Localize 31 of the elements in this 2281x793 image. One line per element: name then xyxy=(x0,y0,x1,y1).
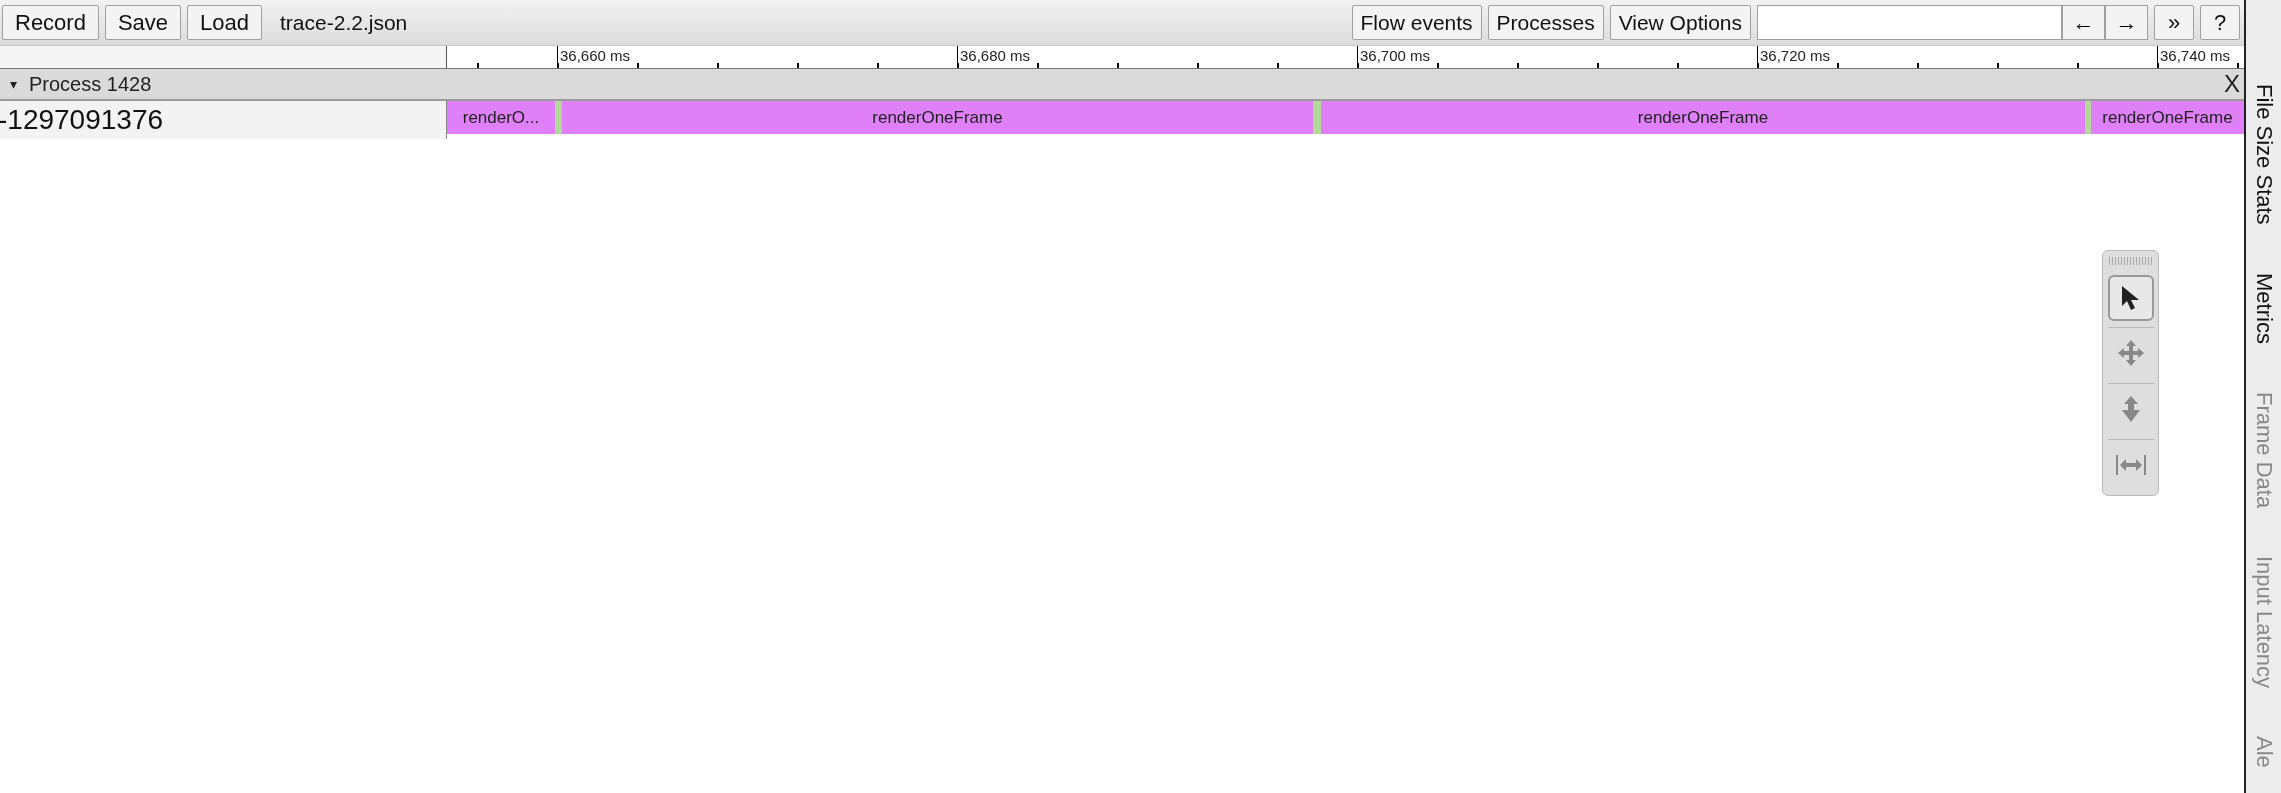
tick-label: 36,740 ms xyxy=(2160,47,2231,64)
tick-label: 36,700 ms xyxy=(1360,47,1431,64)
file-name: trace-2.2.json xyxy=(280,10,408,35)
trace-slice[interactable]: renderOneFrame xyxy=(562,101,1313,134)
thread-name: -1297091376 xyxy=(0,104,164,136)
trace-slice[interactable]: renderO... xyxy=(447,101,555,134)
horizontal-range-icon xyxy=(2114,453,2147,476)
select-tool-button[interactable] xyxy=(2107,275,2154,321)
tick-label: 36,680 ms xyxy=(960,47,1031,64)
help-button[interactable]: ? xyxy=(2200,5,2240,40)
expand-toggle[interactable]: ▾ xyxy=(10,76,17,92)
toolbar-button[interactable]: Save xyxy=(104,5,182,40)
search-field[interactable] xyxy=(1757,5,2062,40)
toolbar-button[interactable]: Flow events xyxy=(1351,5,1482,40)
tick-label: 36,720 ms xyxy=(1760,47,1831,64)
side-tab[interactable]: Metrics xyxy=(2250,272,2277,344)
toolbar-button[interactable]: View Options xyxy=(1609,5,1751,40)
nav-button[interactable]: ← xyxy=(2062,5,2105,40)
process-title: Process 1428 xyxy=(29,72,152,96)
trace-slice[interactable]: renderOneFrame xyxy=(2091,101,2244,134)
tick-label: 36,660 ms xyxy=(560,47,631,64)
move-icon xyxy=(2116,338,2145,367)
vertical-arrows-icon xyxy=(2120,394,2141,423)
toolbar-button[interactable]: Load xyxy=(187,5,263,40)
side-tab[interactable]: File Size Stats xyxy=(2250,84,2277,225)
toolbar-button[interactable]: Record xyxy=(2,5,99,40)
toolbar-button[interactable]: Processes xyxy=(1487,5,1604,40)
trace-slice[interactable]: renderOneFrame xyxy=(1321,101,2085,134)
close-button[interactable]: X xyxy=(2224,70,2240,98)
nav-button[interactable]: → xyxy=(2105,5,2148,40)
more-button[interactable]: » xyxy=(2154,5,2194,40)
